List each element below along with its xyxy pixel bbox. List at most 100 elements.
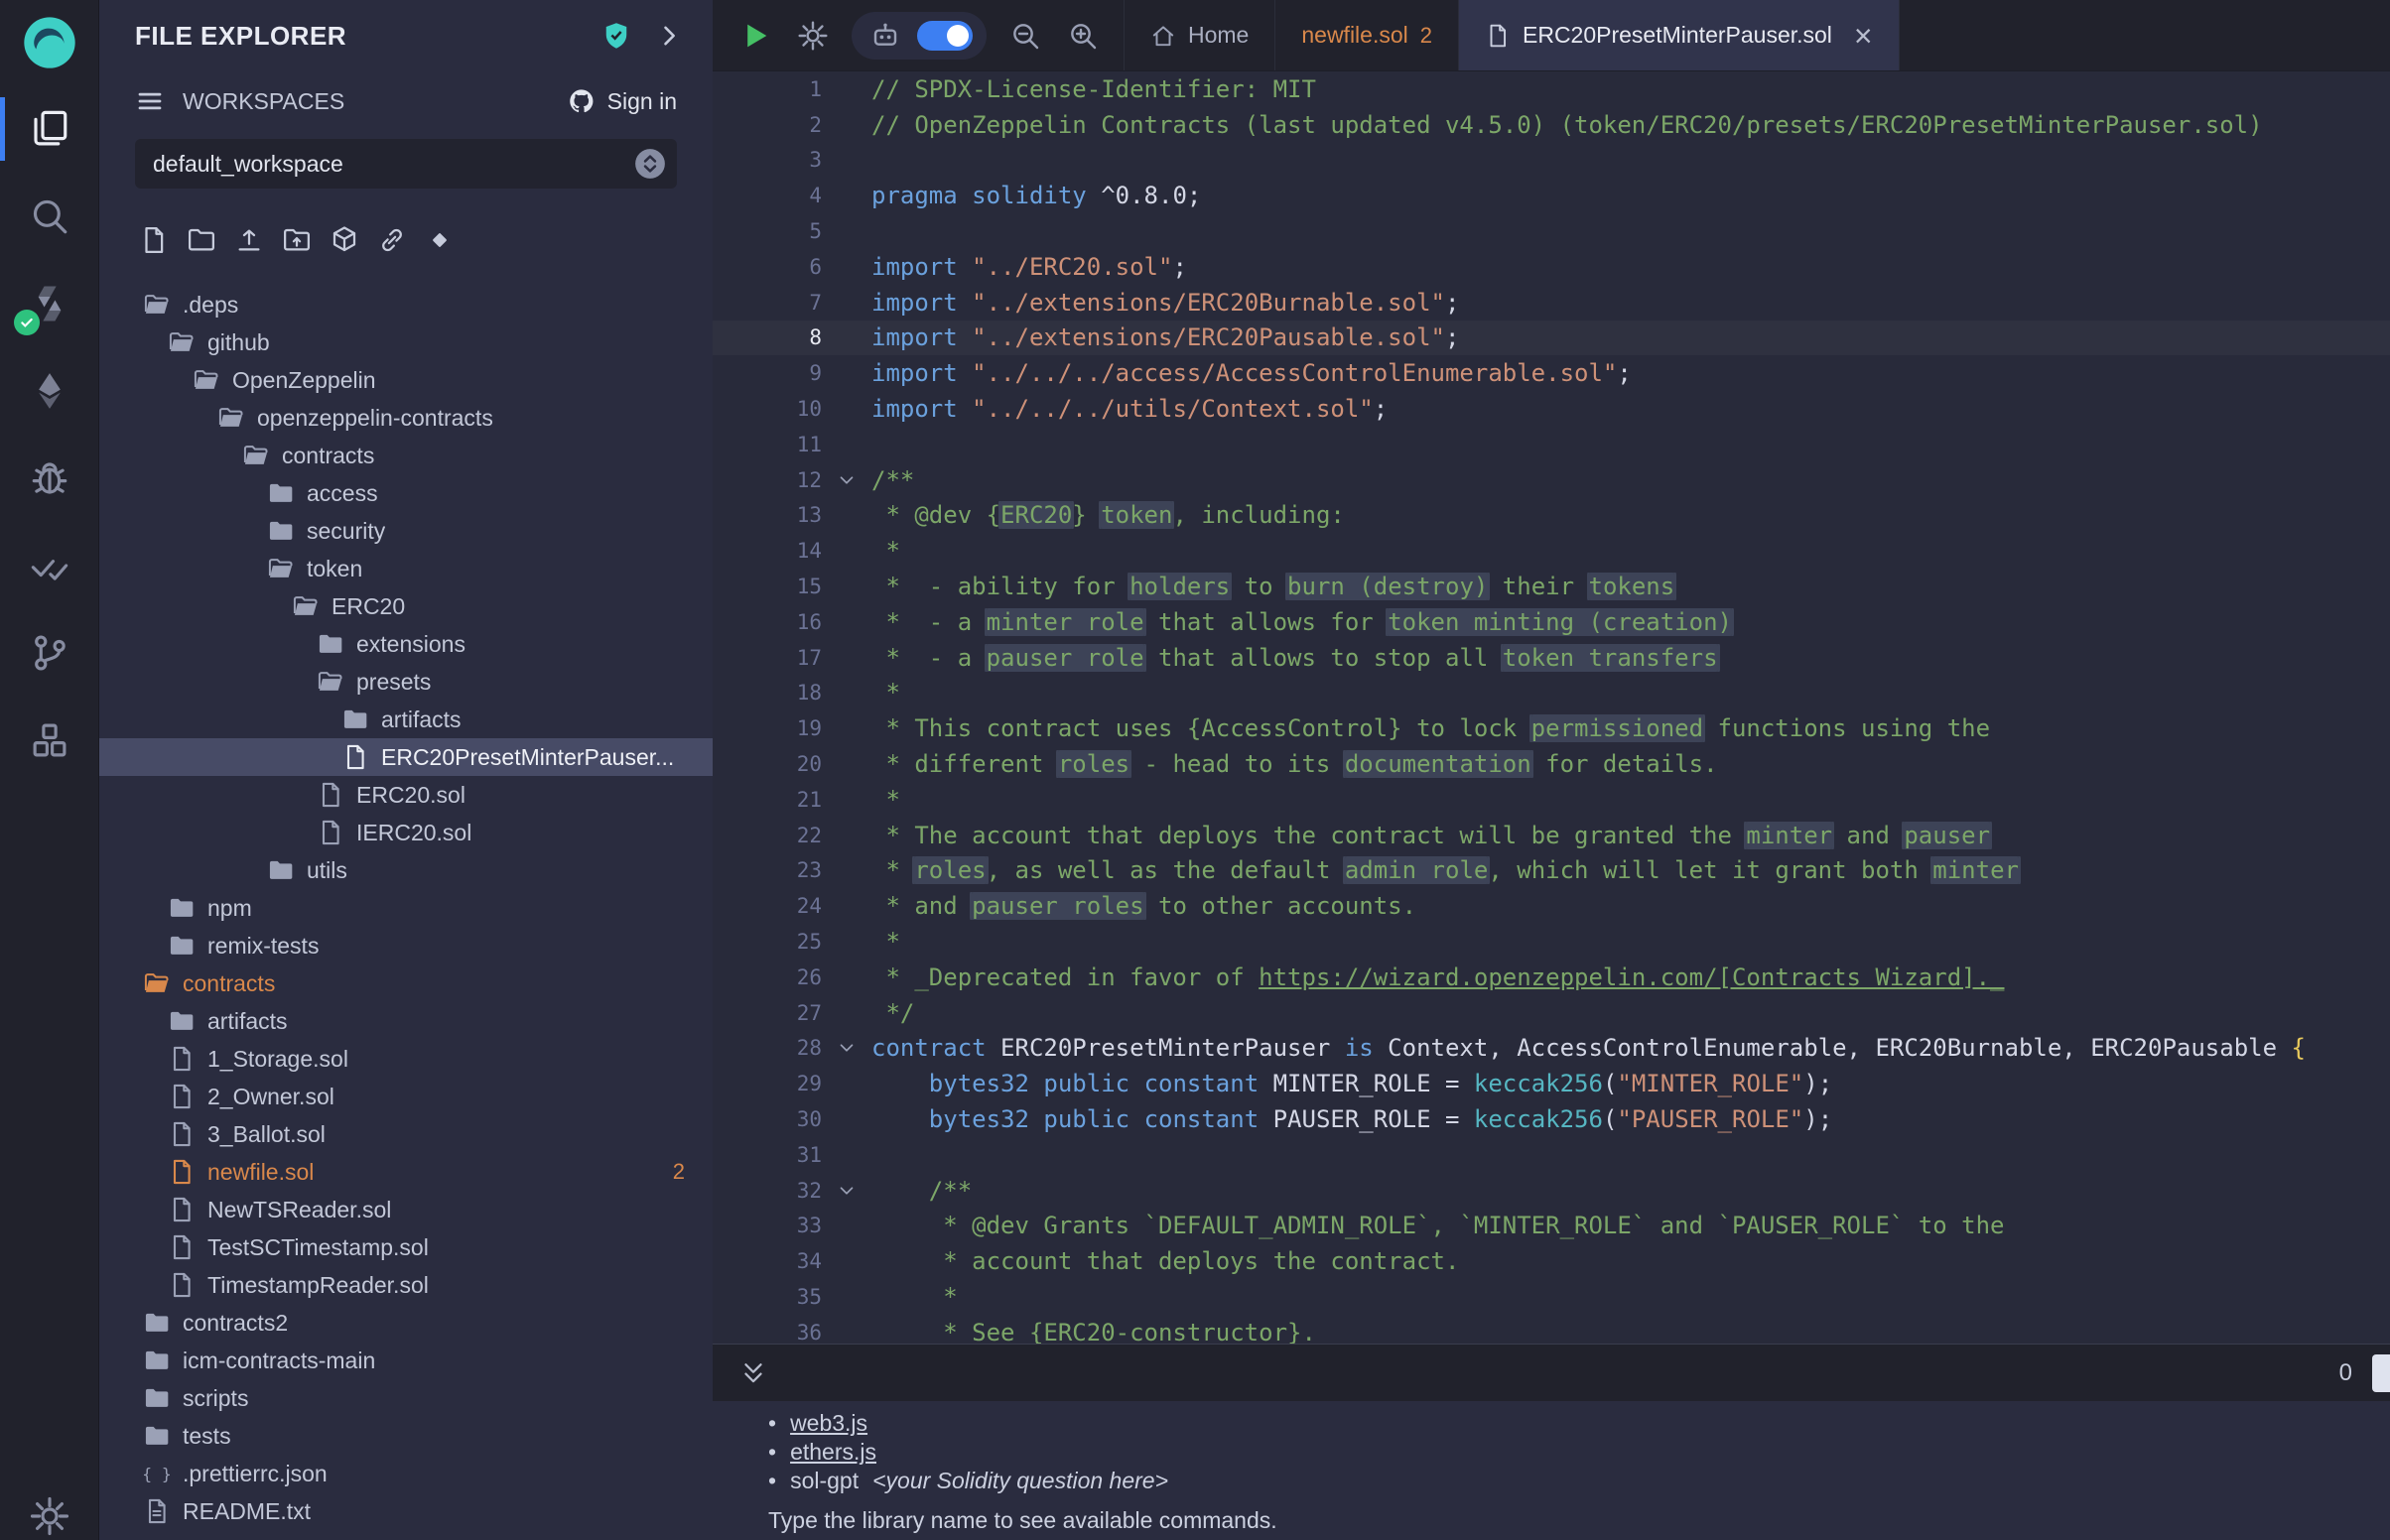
code-line-19[interactable]: 19 * This contract uses {AccessControl} …	[713, 710, 2390, 746]
code-line-11[interactable]: 11	[713, 427, 2390, 462]
unit-testing-icon[interactable]	[0, 522, 99, 609]
terminal-link[interactable]: web3.js	[790, 1410, 867, 1437]
code-line-17[interactable]: 17 * - a pauser role that allows to stop…	[713, 640, 2390, 676]
tree-folder-contracts[interactable]: contracts	[99, 437, 713, 474]
code-line-24[interactable]: 24 * and pauser roles to other accounts.	[713, 888, 2390, 924]
tree-file-3-ballot-sol[interactable]: 3_Ballot.sol	[99, 1115, 713, 1153]
plugin-manager-icon[interactable]	[0, 697, 99, 784]
code-line-15[interactable]: 15 * - ability for holders to burn (dest…	[713, 569, 2390, 604]
tree-file-newtsreader-sol[interactable]: NewTSReader.sol	[99, 1191, 713, 1228]
tree-file-testsctimestamp-sol[interactable]: TestSCTimestamp.sol	[99, 1228, 713, 1266]
tree-folder-contracts2[interactable]: contracts2	[99, 1304, 713, 1342]
code-line-2[interactable]: 2// OpenZeppelin Contracts (last updated…	[713, 107, 2390, 143]
tree-folder-icm-contracts-main[interactable]: icm-contracts-main	[99, 1342, 713, 1379]
code-line-26[interactable]: 26 * _Deprecated in favor of https://wiz…	[713, 960, 2390, 995]
workspace-switch-icon[interactable]	[633, 147, 667, 181]
deploy-run-icon[interactable]	[0, 347, 99, 435]
tree-file-1-storage-sol[interactable]: 1_Storage.sol	[99, 1040, 713, 1078]
code-line-28[interactable]: 28contract ERC20PresetMinterPauser is Co…	[713, 1031, 2390, 1067]
tree-folder-openzeppelin-contracts[interactable]: openzeppelin-contracts	[99, 399, 713, 437]
run-icon[interactable]	[729, 0, 782, 71]
tree-folder-erc20[interactable]: ERC20	[99, 587, 713, 625]
code-line-29[interactable]: 29 bytes32 public constant MINTER_ROLE =…	[713, 1066, 2390, 1101]
tree-file-readme-txt[interactable]: README.txt	[99, 1492, 713, 1530]
search-icon[interactable]	[0, 173, 99, 260]
tree-folder-extensions[interactable]: extensions	[99, 625, 713, 663]
code-line-30[interactable]: 30 bytes32 public constant PAUSER_ROLE =…	[713, 1101, 2390, 1137]
chevron-right-icon[interactable]	[655, 22, 683, 50]
tree-folder-openzeppelin[interactable]: OpenZeppelin	[99, 361, 713, 399]
fold-chevron-icon[interactable]	[822, 1037, 871, 1059]
code-line-9[interactable]: 9import "../../../access/AccessControlEn…	[713, 355, 2390, 391]
code-line-3[interactable]: 3	[713, 143, 2390, 179]
tree-folder-npm[interactable]: npm	[99, 889, 713, 927]
code-line-33[interactable]: 33 * @dev Grants `DEFAULT_ADMIN_ROLE`, `…	[713, 1209, 2390, 1244]
tab-erc20presetminterpauser-sol[interactable]: ERC20PresetMinterPauser.sol×	[1459, 0, 1900, 70]
code-line-10[interactable]: 10import "../../../utils/Context.sol";	[713, 391, 2390, 427]
fold-chevron-icon[interactable]	[822, 1180, 871, 1202]
tree-folder-access[interactable]: access	[99, 474, 713, 512]
tree-folder-security[interactable]: security	[99, 512, 713, 550]
tree-file-erc20presetminterpauser[interactable]: ERC20PresetMinterPauser...	[99, 738, 713, 776]
file-explorer-icon[interactable]	[0, 85, 99, 173]
tree-file-ierc20-sol[interactable]: IERC20.sol	[99, 814, 713, 851]
tree-file-timestampreader-sol[interactable]: TimestampReader.sol	[99, 1266, 713, 1304]
gist-icon[interactable]	[425, 225, 455, 255]
remix-logo-icon[interactable]	[0, 0, 99, 85]
code-line-1[interactable]: 1// SPDX-License-Identifier: MIT	[713, 71, 2390, 107]
compile-settings-icon[interactable]	[786, 0, 840, 71]
close-icon[interactable]: ×	[1854, 20, 1873, 52]
code-line-25[interactable]: 25 *	[713, 924, 2390, 960]
tab-home[interactable]: Home	[1125, 0, 1275, 70]
code-line-13[interactable]: 13 * @dev {ERC20} token, including:	[713, 498, 2390, 534]
link-icon[interactable]	[377, 225, 407, 255]
code-line-8[interactable]: 8import "../extensions/ERC20Pausable.sol…	[713, 321, 2390, 356]
debugger-icon[interactable]	[0, 435, 99, 522]
zoom-out-icon[interactable]	[998, 0, 1052, 71]
ai-toggle-on[interactable]	[917, 21, 973, 51]
code-line-20[interactable]: 20 * different roles - head to its docum…	[713, 746, 2390, 782]
code-line-16[interactable]: 16 * - a minter role that allows for tok…	[713, 604, 2390, 640]
code-line-4[interactable]: 4pragma solidity ^0.8.0;	[713, 178, 2390, 213]
workspace-select[interactable]: default_workspace	[135, 139, 677, 189]
solidity-compiler-icon[interactable]	[0, 260, 99, 347]
tree-folder-token[interactable]: token	[99, 550, 713, 587]
cube-icon[interactable]	[330, 225, 359, 255]
tree-folder-utils[interactable]: utils	[99, 851, 713, 889]
code-line-23[interactable]: 23 * roles, as well as the default admin…	[713, 853, 2390, 889]
tree-folder-remix-tests[interactable]: remix-tests	[99, 927, 713, 964]
code-line-7[interactable]: 7import "../extensions/ERC20Burnable.sol…	[713, 285, 2390, 321]
tree-folder-scripts[interactable]: scripts	[99, 1379, 713, 1417]
fold-chevron-icon[interactable]	[822, 469, 871, 491]
sign-in-button[interactable]: Sign in	[568, 87, 677, 115]
upload-file-icon[interactable]	[234, 225, 264, 255]
new-file-icon[interactable]	[139, 225, 169, 255]
hamburger-menu-icon[interactable]	[135, 86, 165, 116]
code-line-18[interactable]: 18 *	[713, 676, 2390, 711]
tree-folder-contracts[interactable]: contracts	[99, 964, 713, 1002]
upload-folder-icon[interactable]	[282, 225, 312, 255]
tree-folder-artifacts[interactable]: artifacts	[99, 701, 713, 738]
tree-folder-deps[interactable]: .deps	[99, 286, 713, 323]
code-line-27[interactable]: 27 */	[713, 995, 2390, 1031]
code-line-22[interactable]: 22 * The account that deploys the contra…	[713, 818, 2390, 853]
code-line-6[interactable]: 6import "../ERC20.sol";	[713, 249, 2390, 285]
tree-folder-artifacts[interactable]: artifacts	[99, 1002, 713, 1040]
tree-file-newfile-sol[interactable]: newfile.sol2	[99, 1153, 713, 1191]
code-line-31[interactable]: 31	[713, 1137, 2390, 1173]
tree-file-2-owner-sol[interactable]: 2_Owner.sol	[99, 1078, 713, 1115]
tree-folder-tests[interactable]: tests	[99, 1417, 713, 1455]
code-line-21[interactable]: 21 *	[713, 782, 2390, 818]
terminal-link[interactable]: ethers.js	[790, 1439, 876, 1466]
terminal-corner-button[interactable]	[2372, 1354, 2390, 1392]
tree-file-erc20-sol[interactable]: ERC20.sol	[99, 776, 713, 814]
code-line-12[interactable]: 12/**	[713, 462, 2390, 498]
code-line-34[interactable]: 34 * account that deploys the contract.	[713, 1243, 2390, 1279]
code-line-36[interactable]: 36 * See {ERC20-constructor}.	[713, 1315, 2390, 1344]
code-line-14[interactable]: 14 *	[713, 533, 2390, 569]
new-folder-icon[interactable]	[187, 225, 216, 255]
tree-folder-github[interactable]: github	[99, 323, 713, 361]
code-line-32[interactable]: 32 /**	[713, 1173, 2390, 1209]
code-line-5[interactable]: 5	[713, 213, 2390, 249]
tree-file-prettierrc-json[interactable]: { }.prettierrc.json	[99, 1455, 713, 1492]
